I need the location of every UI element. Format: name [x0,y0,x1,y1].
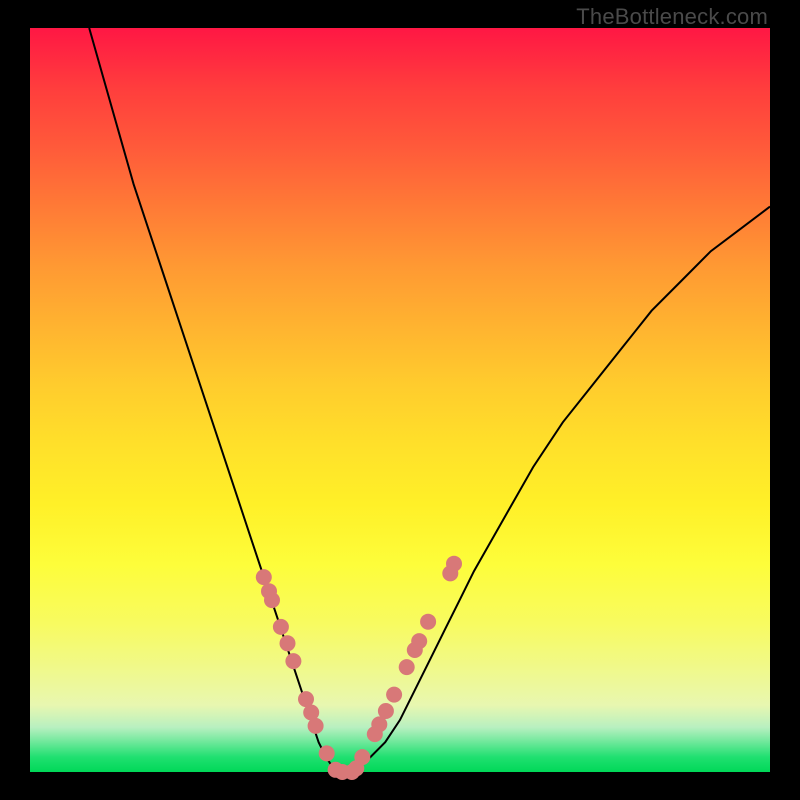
data-marker [446,556,462,572]
data-marker [308,718,324,734]
data-marker [420,614,436,630]
data-marker [354,749,370,765]
data-marker [280,635,296,651]
data-marker [256,569,272,585]
markers-left-group [256,569,350,780]
chart-svg [30,28,770,772]
data-marker [386,687,402,703]
bottleneck-curve [89,28,770,772]
data-marker [273,619,289,635]
data-marker [319,745,335,761]
data-marker [399,659,415,675]
chart-outer: TheBottleneck.com [0,0,800,800]
watermark-text: TheBottleneck.com [576,4,768,30]
plot-area [30,28,770,772]
data-marker [285,653,301,669]
data-marker [378,703,394,719]
data-marker [264,592,280,608]
data-marker [411,633,427,649]
markers-right-group [344,556,462,780]
